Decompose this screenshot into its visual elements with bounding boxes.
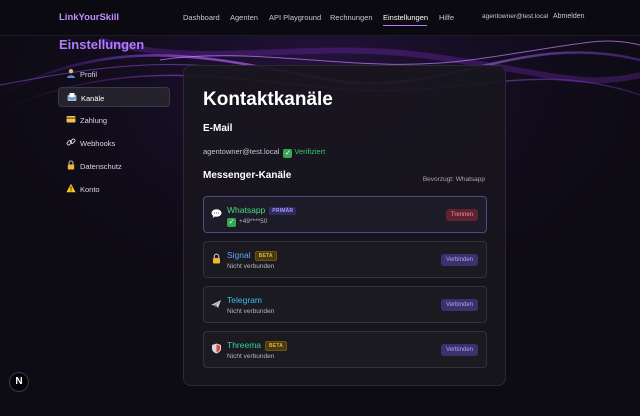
nav-dashboard[interactable]: Dashboard [183,13,220,22]
sidebar-item-konto[interactable]: Konto [58,179,170,199]
page-title: Einstellungen [59,37,145,52]
nav-agenten[interactable]: Agenten [230,13,258,22]
nav-api-playground[interactable]: API Playground [269,13,321,22]
user-icon [66,68,76,78]
credit-card-icon [66,114,76,124]
airplane-icon [210,298,222,310]
disconnect-button[interactable]: Trennen [445,209,478,221]
lock-icon [66,160,76,170]
channel-card-telegram: Telegram Nicht verbunden Verbinden [203,286,487,323]
channel-name-label: Signal [227,250,251,260]
logout-button[interactable]: Abmelden [553,13,585,20]
sidebar-item-datenschutz[interactable]: Datenschutz [58,156,170,176]
beta-badge: BETA [254,251,277,261]
channel-name-label: Whatsapp [227,205,266,215]
connect-button[interactable]: Verbinden [440,299,478,311]
channel-status: Nicht verbunden [227,263,275,270]
connect-button[interactable]: Verbinden [440,344,478,356]
preferred-channel: Bevorzugt: Whatsapp [422,176,485,183]
sidebar-item-zahlung[interactable]: Zahlung [58,110,170,130]
user-email: agentowner@test.local [482,13,549,20]
channel-status: ✓ +49****50 [227,218,267,227]
warning-icon [66,183,76,193]
speech-bubble-icon [210,208,222,220]
email-status-line: agentowner@test.local ✓ Verifiziert [203,147,325,158]
nav-einstellungen[interactable]: Einstellungen [383,13,428,22]
inbox-icon [67,92,77,102]
channel-status: Nicht verbunden [227,308,275,315]
channel-card-threema: Threema BETA Nicht verbunden Verbinden [203,331,487,368]
nav-rechnungen[interactable]: Rechnungen [330,13,373,22]
email-address: agentowner@test.local [203,147,280,156]
channel-name: Signal BETA [227,250,277,261]
nav-hilfe[interactable]: Hilfe [439,13,454,22]
devtools-indicator[interactable]: N [9,372,29,392]
channel-name-label: Telegram [227,295,262,305]
sidebar-item-kanaele[interactable]: Kanäle [58,87,170,107]
nav-active-indicator [383,25,427,26]
channel-name: Telegram [227,295,262,305]
lock-icon [210,253,222,265]
channel-name: Whatsapp PRIMÄR [227,205,297,215]
connect-button[interactable]: Verbinden [440,254,478,266]
beta-badge: BETA [265,341,288,351]
verified-status: Verifiziert [294,147,326,156]
email-section-title: E-Mail [203,123,233,134]
channel-card-whatsapp: Whatsapp PRIMÄR ✓ +49****50 Trennen [203,196,487,233]
top-nav: LinkYourSkill Dashboard Agenten API Play… [0,0,640,36]
channel-card-signal: Signal BETA Nicht verbunden Verbinden [203,241,487,278]
check-icon: ✓ [227,218,236,227]
masked-phone-number: +49****50 [239,218,268,225]
sidebar-item-webhooks[interactable]: Webhooks [58,133,170,153]
brand-logo[interactable]: LinkYourSkill [59,12,119,23]
sidebar-item-profil[interactable]: Profil [58,64,170,84]
section-heading: Kontaktkanäle [203,89,333,110]
shield-icon [210,343,222,355]
channel-status: Nicht verbunden [227,353,275,360]
messenger-section-title: Messenger-Kanäle [203,170,292,181]
contact-channels-panel: Kontaktkanäle E-Mail agentowner@test.loc… [183,65,506,386]
primary-badge: PRIMÄR [269,207,297,215]
link-icon [66,137,76,147]
check-icon: ✓ [283,149,293,158]
channel-name: Threema BETA [227,340,288,351]
channel-name-label: Threema [227,340,262,350]
